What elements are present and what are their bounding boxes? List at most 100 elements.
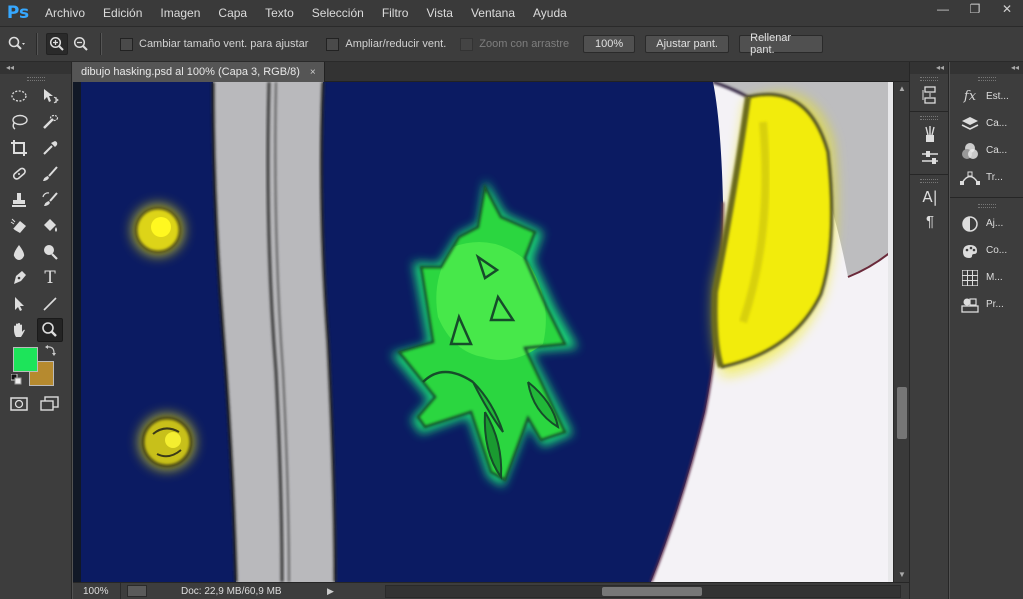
lasso-icon[interactable] bbox=[6, 110, 32, 134]
document-tab[interactable]: dibujo hasking.psd al 100% (Capa 3, RGB/… bbox=[73, 62, 325, 82]
document-tab-bar: dibujo hasking.psd al 100% (Capa 3, RGB/… bbox=[73, 62, 909, 82]
vertical-scrollbar[interactable]: ▲ ▼ bbox=[893, 82, 909, 582]
brush-icon[interactable] bbox=[37, 162, 63, 186]
status-preview-icon[interactable] bbox=[127, 585, 147, 597]
paragraph-icon[interactable]: ¶ bbox=[910, 209, 950, 233]
swatches-icon bbox=[960, 268, 980, 288]
panel-dock: ◂◂ fx Est... Ca... Ca... Tr... Aj... Co.… bbox=[950, 62, 1023, 599]
color-swatches bbox=[0, 343, 71, 391]
zoom-all-windows-checkbox[interactable] bbox=[326, 37, 340, 51]
menu-archivo[interactable]: Archivo bbox=[36, 0, 94, 26]
resize-windows-checkbox[interactable] bbox=[120, 37, 133, 51]
zoom-out-icon[interactable] bbox=[70, 33, 92, 55]
close-window-button[interactable]: ✕ bbox=[991, 0, 1023, 18]
menu-ventana[interactable]: Ventana bbox=[462, 0, 524, 26]
clone-stamp-icon[interactable] bbox=[6, 188, 32, 212]
menu-edicion[interactable]: Edición bbox=[94, 0, 151, 26]
eyedropper-icon[interactable] bbox=[37, 136, 63, 160]
move-tool-icon[interactable] bbox=[37, 84, 63, 108]
panel-adjustments[interactable]: Aj... bbox=[950, 210, 1023, 237]
elliptical-marquee-icon[interactable] bbox=[6, 84, 32, 108]
panel-color-label: Co... bbox=[986, 245, 1008, 256]
type-tool-icon[interactable]: T bbox=[37, 266, 63, 290]
adjustments-icon bbox=[960, 214, 980, 234]
artwork bbox=[73, 82, 893, 582]
panel-presets-label: Pr... bbox=[986, 299, 1004, 310]
swap-colors-icon[interactable] bbox=[44, 343, 58, 357]
panel-grip[interactable] bbox=[977, 77, 996, 81]
panel-grip[interactable] bbox=[920, 179, 938, 183]
menu-seleccion[interactable]: Selección bbox=[303, 0, 373, 26]
path-selection-icon[interactable] bbox=[6, 292, 32, 316]
menu-imagen[interactable]: Imagen bbox=[151, 0, 209, 26]
zoom-all-windows-option[interactable]: Ampliar/reducir vent. bbox=[326, 37, 446, 51]
paths-icon bbox=[960, 168, 980, 188]
channels-icon bbox=[960, 141, 980, 161]
close-document-icon[interactable]: × bbox=[310, 67, 316, 78]
fit-screen-button[interactable]: Ajustar pant. bbox=[645, 35, 730, 53]
zoom-100-button[interactable]: 100% bbox=[583, 35, 636, 53]
line-tool-icon[interactable] bbox=[37, 292, 63, 316]
panel-presets[interactable]: Pr... bbox=[950, 291, 1023, 318]
window-controls: — ❐ ✕ bbox=[927, 0, 1023, 20]
foreground-color-swatch[interactable] bbox=[13, 347, 38, 372]
brush-presets-icon[interactable] bbox=[910, 122, 950, 146]
zoom-level-field[interactable]: 100% bbox=[73, 582, 121, 599]
vertical-scroll-thumb[interactable] bbox=[897, 387, 907, 439]
menu-capa[interactable]: Capa bbox=[209, 0, 256, 26]
separator bbox=[36, 33, 38, 55]
zoom-tool-preset-icon[interactable] bbox=[6, 33, 28, 55]
zoom-in-icon[interactable] bbox=[46, 33, 68, 55]
panel-styles[interactable]: fx Est... bbox=[950, 83, 1023, 110]
tools-panel-collapse[interactable]: ◂◂ bbox=[0, 62, 71, 74]
color-icon bbox=[960, 241, 980, 261]
eraser-icon[interactable] bbox=[6, 214, 32, 238]
history-icon[interactable] bbox=[910, 83, 950, 107]
panel-paths-label: Tr... bbox=[986, 172, 1003, 183]
screen-mode-icon[interactable] bbox=[37, 392, 63, 416]
blur-icon[interactable] bbox=[6, 240, 32, 264]
history-brush-icon[interactable] bbox=[37, 188, 63, 212]
scroll-down-icon[interactable]: ▼ bbox=[898, 570, 906, 579]
panel-grip[interactable] bbox=[977, 204, 996, 208]
paint-bucket-icon[interactable] bbox=[37, 214, 63, 238]
panel-paths[interactable]: Tr... bbox=[950, 164, 1023, 191]
scroll-up-icon[interactable]: ▲ bbox=[898, 84, 906, 93]
menu-filtro[interactable]: Filtro bbox=[373, 0, 418, 26]
panel-color[interactable]: Co... bbox=[950, 237, 1023, 264]
pen-icon[interactable] bbox=[6, 266, 32, 290]
dock-collapse[interactable]: ◂◂ bbox=[910, 62, 948, 74]
menu-ayuda[interactable]: Ayuda bbox=[524, 0, 576, 26]
hand-tool-icon[interactable] bbox=[6, 318, 32, 342]
layers-icon bbox=[960, 114, 980, 134]
panel-grip[interactable] bbox=[26, 77, 45, 81]
resize-windows-label: Cambiar tamaño vent. para ajustar bbox=[139, 38, 309, 50]
restore-button[interactable]: ❐ bbox=[959, 0, 991, 18]
panel-layers[interactable]: Ca... bbox=[950, 110, 1023, 137]
quick-mask-icon[interactable] bbox=[6, 392, 32, 416]
fill-screen-button[interactable]: Rellenar pant. bbox=[739, 32, 824, 56]
menu-texto[interactable]: Texto bbox=[256, 0, 303, 26]
resize-windows-option[interactable]: Cambiar tamaño vent. para ajustar bbox=[120, 37, 309, 51]
character-icon[interactable]: A| bbox=[910, 185, 950, 209]
panel-grip[interactable] bbox=[920, 116, 938, 120]
document-canvas[interactable] bbox=[73, 82, 893, 582]
crop-icon[interactable] bbox=[6, 136, 32, 160]
panel-swatches[interactable]: M... bbox=[950, 264, 1023, 291]
dock-expand[interactable]: ◂◂ bbox=[950, 62, 1023, 74]
quick-selection-icon[interactable] bbox=[37, 110, 63, 134]
panel-channels[interactable]: Ca... bbox=[950, 137, 1023, 164]
dodge-icon[interactable] bbox=[37, 240, 63, 264]
brush-settings-icon[interactable] bbox=[910, 146, 950, 170]
zoom-tool-icon[interactable] bbox=[37, 318, 63, 342]
horizontal-scrollbar[interactable] bbox=[385, 585, 901, 598]
minimize-button[interactable]: — bbox=[927, 0, 959, 18]
default-colors-icon[interactable] bbox=[11, 374, 22, 385]
status-menu-arrow-icon[interactable]: ▶ bbox=[327, 586, 334, 597]
horizontal-scroll-thumb[interactable] bbox=[602, 587, 702, 596]
panel-swatches-label: M... bbox=[986, 272, 1003, 283]
menu-vista[interactable]: Vista bbox=[417, 0, 461, 26]
healing-brush-icon[interactable] bbox=[6, 162, 32, 186]
document-size-info: Doc: 22,9 MB/60,9 MB bbox=[181, 585, 282, 597]
panel-grip[interactable] bbox=[920, 77, 938, 81]
